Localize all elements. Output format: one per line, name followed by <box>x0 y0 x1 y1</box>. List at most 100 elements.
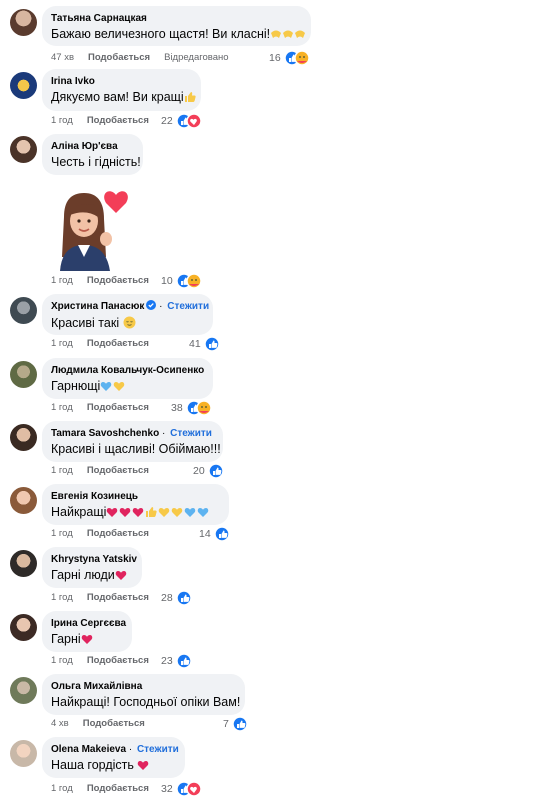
comment-author[interactable]: Людмила Ковальчук-Осипенко <box>51 364 204 377</box>
comment-author[interactable]: Ольга Михайлівна <box>51 680 236 693</box>
relieved-face-emoji <box>123 316 136 334</box>
comment-text: Гарні люди <box>51 567 133 586</box>
avatar[interactable] <box>10 361 37 388</box>
comment-author[interactable]: Аліна Юр'єва <box>51 140 134 153</box>
reaction-summary[interactable]: 38 <box>171 400 212 416</box>
timestamp[interactable]: 4 хв <box>51 716 69 732</box>
reaction-count: 28 <box>161 592 173 604</box>
avatar[interactable] <box>10 614 37 641</box>
avatar[interactable] <box>10 72 37 99</box>
avatar[interactable] <box>10 424 37 451</box>
follow-button[interactable]: Стежити <box>170 428 212 439</box>
avatar[interactable] <box>10 9 37 36</box>
comment-bubble: Irina Ivko Дякуємо вам! Ви кращі <box>42 69 201 111</box>
follow-button[interactable]: Стежити <box>167 301 209 312</box>
comment-bubble: Татьяна Сарнацкая Бажаю величезного щаст… <box>42 6 311 46</box>
comment-author[interactable]: Tamara Savoshchenko · Стежити <box>51 427 214 440</box>
heart-emoji <box>81 633 94 650</box>
reaction-summary[interactable]: 41 <box>189 336 220 352</box>
avatar[interactable] <box>10 677 37 704</box>
reaction-count: 20 <box>193 465 205 477</box>
like-button[interactable]: Подобається <box>87 526 149 542</box>
like-button[interactable]: Подобається <box>87 463 149 479</box>
reaction-summary[interactable]: 32 <box>161 781 202 797</box>
comment-author[interactable]: Татьяна Сарнацкая <box>51 12 302 25</box>
comment-bubble: Людмила Ковальчук-Осипенко Гарнющі <box>42 358 213 399</box>
like-button[interactable]: Подобається <box>87 400 149 416</box>
reaction-count: 7 <box>223 718 229 730</box>
heart-emoji <box>137 759 150 776</box>
reaction-summary[interactable]: 16 <box>269 50 310 66</box>
comment-meta: 1 год Подобається <box>51 463 149 479</box>
comment-meta: 1 год Подобається <box>51 273 149 289</box>
timestamp[interactable]: 1 год <box>51 336 73 352</box>
timestamp[interactable]: 1 год <box>51 590 73 606</box>
avatar[interactable] <box>10 136 37 163</box>
comment-author[interactable]: Olena Makeieva · Стежити <box>51 743 179 756</box>
like-button[interactable]: Подобається <box>87 113 149 129</box>
timestamp[interactable]: 1 год <box>51 653 73 669</box>
timestamp[interactable]: 47 хв <box>51 50 74 66</box>
timestamp[interactable]: 1 год <box>51 113 73 129</box>
comment-bubble: Аліна Юр'єва Честь і гідність! <box>42 134 143 175</box>
timestamp[interactable]: 1 год <box>51 526 73 542</box>
timestamp[interactable]: 1 год <box>51 400 73 416</box>
like-button[interactable]: Подобається <box>87 590 149 606</box>
like-button[interactable]: Подобається <box>87 653 149 669</box>
avatar[interactable] <box>10 297 37 324</box>
comment-bubble: Olena Makeieva · Стежити Наша гордість <box>42 737 185 778</box>
follow-button[interactable]: Стежити <box>137 744 179 755</box>
comment-meta: 1 год Подобається <box>51 336 149 352</box>
reaction-count: 32 <box>161 783 173 795</box>
reaction-summary[interactable]: 23 <box>161 653 192 669</box>
comment-bubble: Ольга Михайлівна Найкращі! Господньої оп… <box>42 674 245 715</box>
reaction-summary[interactable]: 28 <box>161 590 192 606</box>
comment-author[interactable]: Христина Панасюк · Стежити <box>51 300 209 314</box>
like-button[interactable]: Подобається <box>88 50 150 66</box>
comment-author[interactable]: Ірина Сергєєва <box>51 617 126 630</box>
thumbs-up-emoji <box>184 91 196 108</box>
reaction-summary[interactable]: 7 <box>223 716 248 732</box>
comment-bubble: Tamara Savoshchenko · Стежити Красиві і … <box>42 421 223 462</box>
heart-emoji <box>115 569 128 586</box>
like-button[interactable]: Подобається <box>87 273 149 289</box>
comment-text: Гарнющі <box>51 378 204 397</box>
verified-badge-icon <box>146 300 157 314</box>
comment-meta: 47 хв Подобається Відредаговано <box>51 50 229 66</box>
comment-bubble: Христина Панасюк · Стежити Красиві такі <box>42 294 213 335</box>
comment-text: Красиві такі <box>51 315 204 334</box>
comment-text: Красиві і щасливі! Обіймаю!!! <box>51 442 221 456</box>
comment-text: Бажаю величезного щастя! Ви класні! <box>51 26 306 45</box>
comment-meta: 1 год Подобається <box>51 113 149 129</box>
reaction-summary[interactable]: 14 <box>199 526 230 542</box>
comment-text: Дякуємо вам! Ви кращі <box>51 89 196 108</box>
reaction-summary[interactable]: 20 <box>193 463 224 479</box>
comment-meta: 1 год Подобається <box>51 590 149 606</box>
like-button[interactable]: Подобається <box>87 781 149 797</box>
blue-yellow-hearts-emoji <box>100 380 126 397</box>
reaction-summary[interactable]: 22 <box>161 113 202 129</box>
comment-meta: 1 год Подобається <box>51 653 149 669</box>
reaction-count: 38 <box>171 402 183 414</box>
like-button[interactable]: Подобається <box>87 336 149 352</box>
comment-text: Наша гордість <box>51 757 176 776</box>
reaction-summary[interactable]: 10 <box>161 273 202 289</box>
comment-author[interactable]: Евгенія Козинець <box>51 490 220 503</box>
comment-bubble: Khrystyna Yatskiv Гарні люди <box>42 547 142 588</box>
comment-bubble: Ірина Сергєєва Гарні <box>42 611 132 652</box>
comment-text: Найкращі <box>51 504 220 523</box>
timestamp[interactable]: 1 год <box>51 463 73 479</box>
timestamp[interactable]: 1 год <box>51 781 73 797</box>
avatar[interactable] <box>10 550 37 577</box>
comment-meta: 4 хв Подобається <box>51 716 145 732</box>
heart-hands-emoji <box>270 28 306 45</box>
comment-text: Найкращі! Господньої опіки Вам! <box>51 695 241 709</box>
reaction-count: 22 <box>161 115 173 127</box>
comment-author[interactable]: Irina Ivko <box>51 75 192 88</box>
avatar[interactable] <box>10 487 37 514</box>
like-button[interactable]: Подобається <box>83 716 145 732</box>
avatar[interactable] <box>10 740 37 767</box>
timestamp[interactable]: 1 год <box>51 273 73 289</box>
comment-author[interactable]: Khrystyna Yatskiv <box>51 553 137 566</box>
comment-text: Гарні <box>51 631 123 650</box>
